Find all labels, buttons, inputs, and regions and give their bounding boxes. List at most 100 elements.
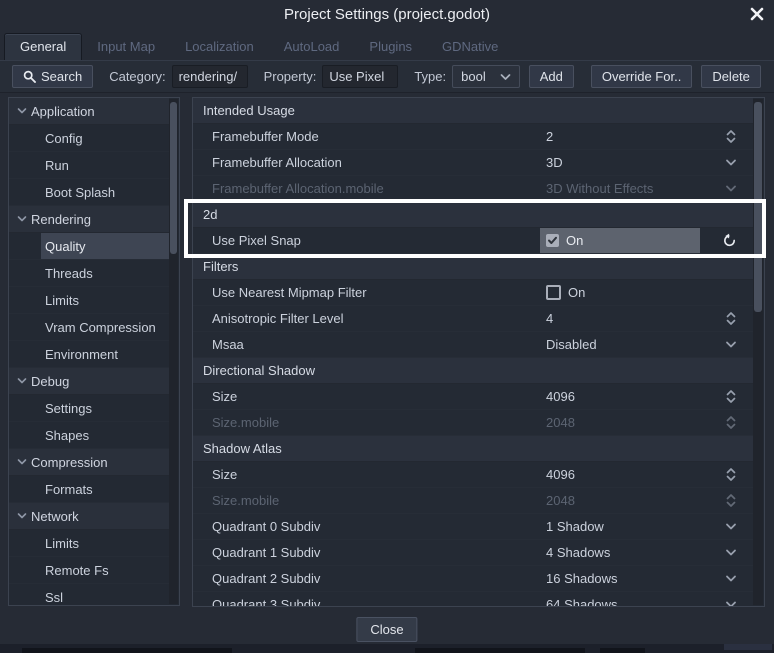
spinner-updown-icon[interactable] — [725, 124, 737, 149]
tree-collapse-chevron-icon[interactable] — [17, 377, 27, 385]
tree-collapse-chevron-icon[interactable] — [17, 215, 27, 223]
setting-row-msaa[interactable]: MsaaDisabled — [193, 332, 753, 358]
dropdown-chevron-icon[interactable] — [725, 332, 737, 357]
dropdown-chevron-icon[interactable] — [725, 514, 737, 539]
setting-row-quadrant-2-subdiv[interactable]: Quadrant 2 Subdiv16 Shadows — [193, 566, 753, 592]
add-button[interactable]: Add — [529, 65, 574, 88]
sidebar-item-application[interactable]: Application — [9, 98, 169, 125]
sidebar-item-ssl[interactable]: Ssl — [9, 584, 169, 605]
setting-value-area: 64 Shadows — [540, 592, 753, 606]
sidebar-item-shapes[interactable]: Shapes — [9, 422, 169, 449]
spinner-updown-icon[interactable] — [725, 488, 737, 513]
setting-row-size[interactable]: Size4096 — [193, 384, 753, 410]
dropdown-chevron-icon[interactable] — [725, 592, 737, 606]
setting-value-area: 1 Shadow — [540, 514, 753, 539]
spinner-updown-icon[interactable] — [725, 306, 737, 331]
sidebar-item-label: Limits — [41, 530, 169, 556]
checkbox-checked-icon[interactable] — [546, 234, 559, 247]
checkbox-cell[interactable]: On — [540, 228, 700, 253]
spinner-updown-icon[interactable] — [725, 462, 737, 487]
sidebar-item-limits[interactable]: Limits — [9, 287, 169, 314]
close-icon[interactable] — [748, 5, 766, 23]
sidebar-item-compression[interactable]: Compression — [9, 449, 169, 476]
setting-value[interactable]: 4 — [540, 306, 553, 331]
sidebar-item-run[interactable]: Run — [9, 152, 169, 179]
setting-value[interactable]: 1 Shadow — [540, 514, 604, 539]
sidebar-item-formats[interactable]: Formats — [9, 476, 169, 503]
checkbox-cell[interactable]: On — [540, 280, 585, 305]
type-dropdown[interactable]: bool — [452, 65, 520, 88]
delete-button[interactable]: Delete — [701, 65, 761, 88]
tab-plugins[interactable]: Plugins — [354, 33, 427, 60]
setting-value[interactable]: 4096 — [540, 384, 575, 409]
dropdown-chevron-icon[interactable] — [725, 150, 737, 175]
setting-row-quadrant-3-subdiv[interactable]: Quadrant 3 Subdiv64 Shadows — [193, 592, 753, 606]
setting-row-size[interactable]: Size4096 — [193, 462, 753, 488]
sidebar-item-quality[interactable]: Quality — [9, 233, 169, 260]
revert-icon[interactable] — [722, 228, 737, 253]
title-bar: Project Settings (project.godot) — [0, 0, 774, 30]
setting-value[interactable]: 3D Without Effects — [540, 176, 653, 201]
setting-value[interactable]: 3D — [540, 150, 563, 175]
sidebar-item-remote-fs[interactable]: Remote Fs — [9, 557, 169, 584]
setting-row-framebuffer-allocation[interactable]: Framebuffer Allocation3D — [193, 150, 753, 176]
tab-autoload[interactable]: AutoLoad — [269, 33, 355, 60]
setting-row-anisotropic-filter-level[interactable]: Anisotropic Filter Level4 — [193, 306, 753, 332]
settings-list: Intended UsageFramebuffer Mode2Framebuff… — [193, 98, 753, 606]
spinner-updown-icon[interactable] — [725, 410, 737, 435]
sidebar-category-label: Rendering — [31, 212, 91, 227]
setting-row-size-mobile[interactable]: Size.mobile2048 — [193, 410, 753, 436]
override-for-button[interactable]: Override For.. — [591, 65, 692, 88]
close-button[interactable]: Close — [356, 617, 417, 642]
sidebar-item-boot-splash[interactable]: Boot Splash — [9, 179, 169, 206]
sidebar-scrollbar-thumb[interactable] — [170, 102, 177, 254]
setting-value[interactable]: Disabled — [540, 332, 597, 357]
category-input[interactable]: rendering/ — [172, 65, 248, 88]
setting-value[interactable]: 2 — [540, 124, 553, 149]
sidebar-item-vram-compression[interactable]: Vram Compression — [9, 314, 169, 341]
setting-value[interactable]: 64 Shadows — [540, 592, 618, 606]
dropdown-chevron-icon[interactable] — [725, 566, 737, 591]
sidebar-item-network[interactable]: Network — [9, 503, 169, 530]
tab-localization[interactable]: Localization — [170, 33, 269, 60]
tree-collapse-chevron-icon[interactable] — [17, 107, 27, 115]
tab-bar: GeneralInput MapLocalizationAutoLoadPlug… — [4, 32, 774, 60]
settings-scrollbar-thumb[interactable] — [754, 102, 762, 312]
setting-row-quadrant-0-subdiv[interactable]: Quadrant 0 Subdiv1 Shadow — [193, 514, 753, 540]
setting-value[interactable]: 4096 — [540, 462, 575, 487]
checkbox-unchecked-icon[interactable] — [546, 285, 561, 300]
sidebar-item-limits[interactable]: Limits — [9, 530, 169, 557]
tab-gdnative[interactable]: GDNative — [427, 33, 513, 60]
dropdown-chevron-icon[interactable] — [725, 540, 737, 565]
setting-value[interactable]: 16 Shadows — [540, 566, 618, 591]
tab-input-map[interactable]: Input Map — [82, 33, 170, 60]
setting-row-size-mobile[interactable]: Size.mobile2048 — [193, 488, 753, 514]
sidebar-category-label: Debug — [31, 374, 69, 389]
setting-row-framebuffer-allocation-mobile[interactable]: Framebuffer Allocation.mobile3D Without … — [193, 176, 753, 202]
spinner-updown-icon[interactable] — [725, 384, 737, 409]
sidebar-item-settings[interactable]: Settings — [9, 395, 169, 422]
sidebar-item-environment[interactable]: Environment — [9, 341, 169, 368]
setting-value[interactable]: 2048 — [540, 410, 575, 435]
setting-label: Framebuffer Mode — [193, 129, 540, 144]
setting-row-use-nearest-mipmap-filter[interactable]: Use Nearest Mipmap FilterOn — [193, 280, 753, 306]
setting-row-framebuffer-mode[interactable]: Framebuffer Mode2 — [193, 124, 753, 150]
setting-label: Quadrant 3 Subdiv — [193, 597, 540, 606]
setting-row-use-pixel-snap[interactable]: Use Pixel SnapOn — [193, 228, 753, 254]
setting-value-area: On — [540, 280, 753, 305]
sidebar-item-threads[interactable]: Threads — [9, 260, 169, 287]
tab-general[interactable]: General — [4, 33, 82, 60]
setting-row-quadrant-1-subdiv[interactable]: Quadrant 1 Subdiv4 Shadows — [193, 540, 753, 566]
property-input[interactable]: Use Pixel — [322, 65, 398, 88]
tree-collapse-chevron-icon[interactable] — [17, 512, 27, 520]
sidebar-item-rendering[interactable]: Rendering — [9, 206, 169, 233]
setting-value-area: 2048 — [540, 410, 753, 435]
sidebar-item-debug[interactable]: Debug — [9, 368, 169, 395]
tree-collapse-chevron-icon[interactable] — [17, 458, 27, 466]
dropdown-chevron-icon[interactable] — [725, 176, 737, 201]
sidebar-item-config[interactable]: Config — [9, 125, 169, 152]
setting-value[interactable]: 2048 — [540, 488, 575, 513]
setting-value[interactable]: 4 Shadows — [540, 540, 610, 565]
setting-label: Framebuffer Allocation — [193, 155, 540, 170]
search-button[interactable]: Search — [12, 65, 93, 88]
